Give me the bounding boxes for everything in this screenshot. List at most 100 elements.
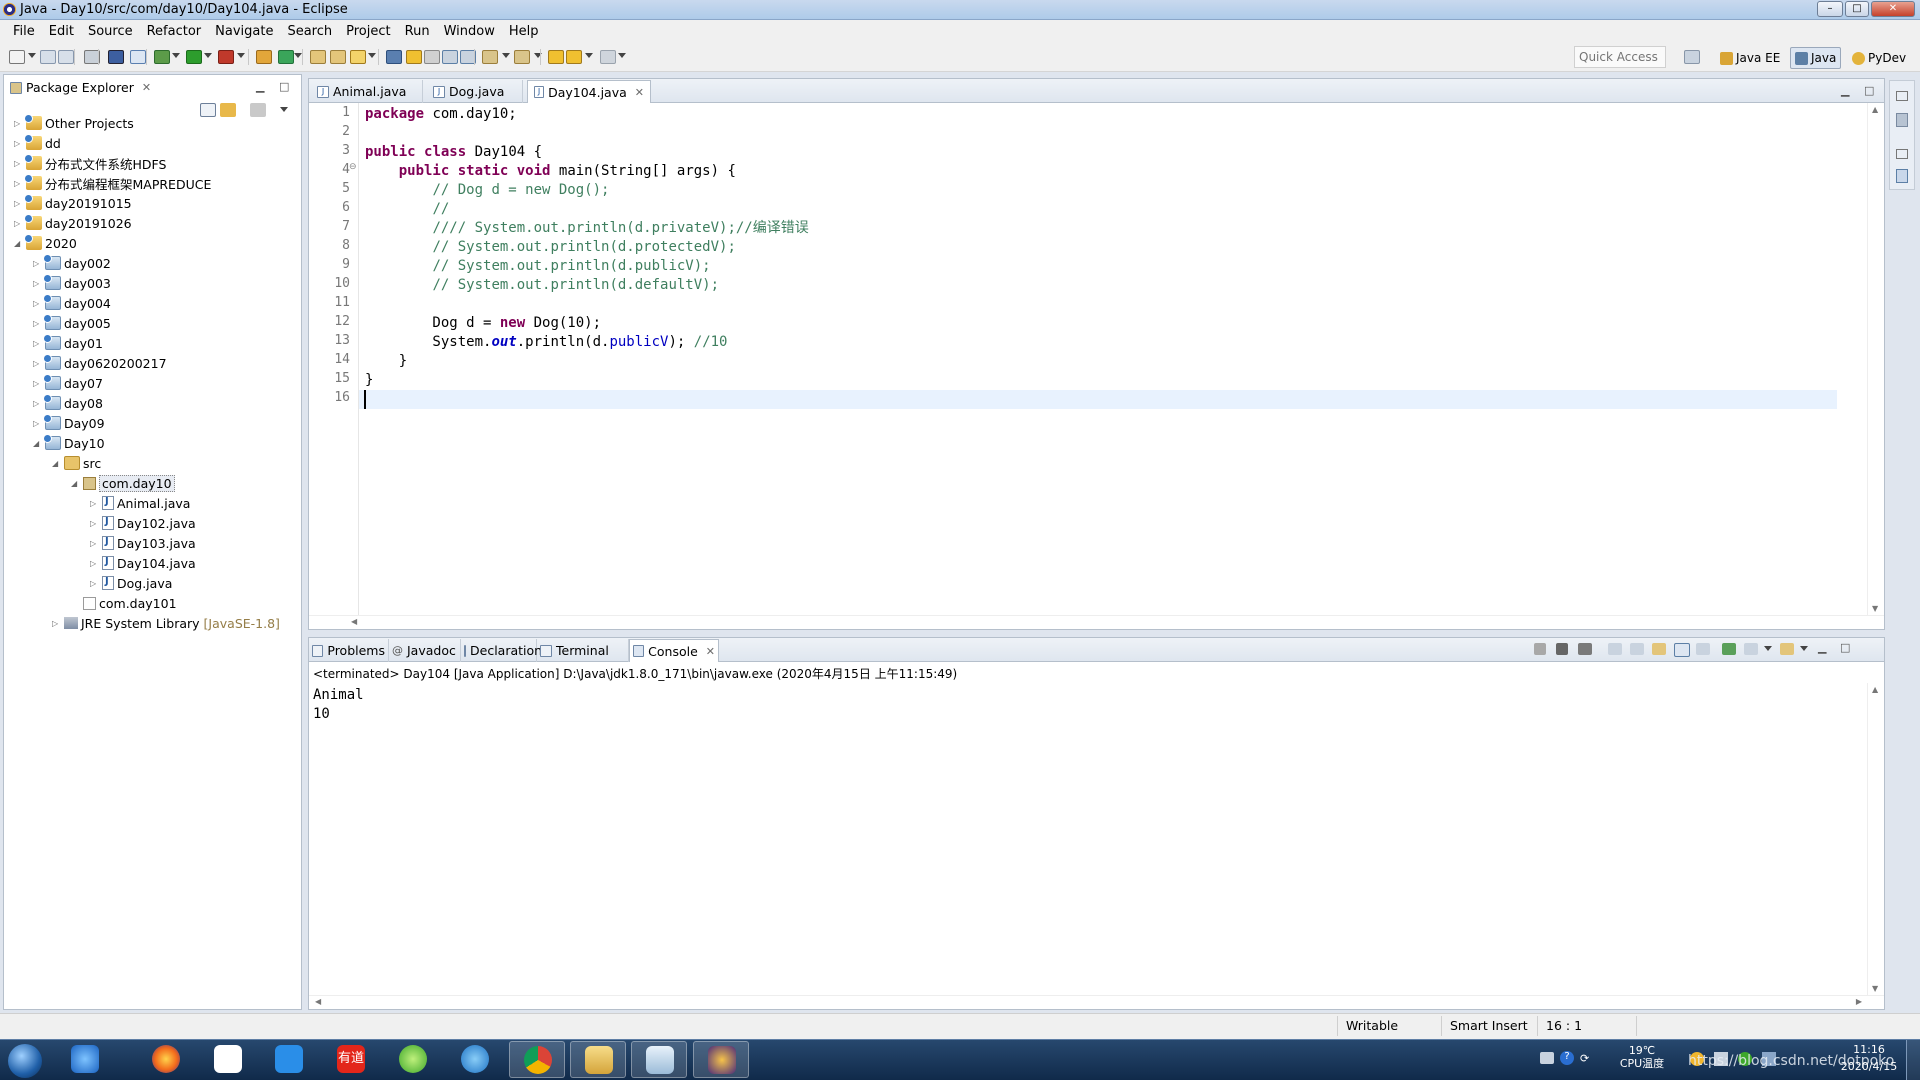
taskbar-360[interactable] (385, 1041, 441, 1078)
sync-icon[interactable]: ⟳ (1580, 1052, 1592, 1065)
maximize-view-icon[interactable]: □ (279, 80, 289, 93)
expanded-arrow-icon[interactable]: ◢ (52, 459, 62, 468)
collapsed-arrow-icon[interactable]: ▷ (33, 299, 43, 308)
tree-item[interactable]: ▷ Other Projects (14, 113, 134, 133)
new-dropdown[interactable] (28, 53, 36, 58)
menu-source[interactable]: Source (81, 24, 140, 39)
back-icon[interactable] (566, 50, 582, 64)
search-icon[interactable] (350, 50, 366, 64)
run-dropdown[interactable] (204, 53, 212, 58)
focus-icon[interactable] (250, 103, 266, 117)
tree-item[interactable]: ▷ dd (14, 133, 61, 153)
skip-breakpoints-icon[interactable] (130, 50, 146, 64)
forward-icon[interactable] (600, 50, 616, 64)
console-scroll-up-icon[interactable]: ▲ (1872, 685, 1878, 694)
open-perspective-icon[interactable] (1684, 50, 1700, 64)
minimize-console-icon[interactable]: ▁ (1818, 641, 1826, 654)
collapsed-arrow-icon[interactable]: ▷ (33, 339, 43, 348)
close-tab-icon[interactable]: ✕ (706, 645, 715, 658)
maximize-console-icon[interactable]: □ (1840, 641, 1850, 654)
back-history-icon[interactable] (548, 50, 564, 64)
collapse-all-icon[interactable] (200, 103, 216, 117)
word-wrap-icon[interactable] (1652, 643, 1666, 655)
collapsed-arrow-icon[interactable]: ▷ (90, 539, 100, 548)
expanded-arrow-icon[interactable]: ◢ (71, 479, 81, 488)
tree-item[interactable]: ▷ day20191015 (14, 193, 132, 213)
display-console-dropdown[interactable] (1764, 646, 1772, 651)
tree-item[interactable]: ▷ day01 (33, 333, 103, 353)
word-wrap-icon[interactable] (442, 50, 458, 64)
help-icon[interactable]: ? (1560, 1051, 1574, 1065)
close-tab-icon[interactable]: ✕ (635, 86, 644, 99)
run-icon[interactable] (186, 50, 202, 64)
debug-dropdown[interactable] (172, 53, 180, 58)
console-horizontal-scrollbar[interactable]: ◀ ▶ (309, 995, 1884, 1009)
menu-window[interactable]: Window (437, 24, 502, 39)
collapsed-arrow-icon[interactable]: ▷ (90, 519, 100, 528)
taskbar-notepad[interactable] (631, 1041, 687, 1078)
save-all-icon[interactable] (58, 50, 74, 64)
new-class-icon[interactable] (278, 50, 294, 64)
collapsed-arrow-icon[interactable]: ▷ (33, 399, 43, 408)
tree-item[interactable]: ▷ Dog.java (90, 573, 172, 593)
tree-item[interactable]: ▷ day004 (33, 293, 111, 313)
tab-javadoc[interactable]: @ Javadoc (389, 639, 461, 662)
menu-refactor[interactable]: Refactor (140, 24, 209, 39)
collapsed-arrow-icon[interactable]: ▷ (14, 179, 24, 188)
perspective-java-ee[interactable]: Java EE (1716, 47, 1784, 69)
console-vertical-scrollbar[interactable]: ▲ ▼ (1867, 683, 1884, 995)
block-selection-icon[interactable] (424, 50, 440, 64)
restore-icon[interactable] (1896, 91, 1908, 101)
new-icon[interactable] (9, 50, 25, 64)
tab-terminal[interactable]: Terminal (537, 639, 629, 662)
menu-run[interactable]: Run (398, 24, 437, 39)
taskbar-explorer[interactable] (570, 1041, 626, 1078)
close-button[interactable]: ✕ (1871, 1, 1915, 17)
tree-item[interactable]: ▷ day08 (33, 393, 103, 413)
network-icon[interactable] (1540, 1052, 1554, 1064)
console-scroll-right-icon[interactable]: ▶ (1856, 997, 1862, 1006)
quick-access-input[interactable] (1574, 46, 1666, 68)
scroll-left-icon[interactable]: ◀ (351, 617, 357, 626)
tree-item[interactable]: ▷ Day104.java (90, 553, 196, 573)
collapsed-arrow-icon[interactable]: ▷ (33, 419, 43, 428)
remove-all-icon[interactable] (1578, 643, 1592, 655)
open-task-icon[interactable] (330, 50, 346, 64)
tab-problems[interactable]: Problems (309, 639, 389, 662)
tree-item[interactable]: ▷ day003 (33, 273, 111, 293)
back-dropdown[interactable] (585, 53, 593, 58)
tree-item[interactable]: com.day101 (71, 593, 177, 613)
collapsed-arrow-icon[interactable]: ▷ (33, 319, 43, 328)
expanded-arrow-icon[interactable]: ◢ (14, 239, 24, 248)
collapsed-arrow-icon[interactable]: ▷ (33, 259, 43, 268)
scroll-lock-icon[interactable] (1630, 643, 1644, 655)
scroll-up-icon[interactable]: ▲ (1872, 105, 1878, 114)
console-scroll-left-icon[interactable]: ◀ (315, 997, 321, 1006)
tree-item[interactable]: ▷ Day102.java (90, 513, 196, 533)
editor-tab-day104[interactable]: J Day104.java ✕ (527, 80, 651, 103)
tree-item[interactable]: ▷ day002 (33, 253, 111, 273)
class-dropdown[interactable] (294, 53, 302, 58)
terminal-icon[interactable] (108, 50, 124, 64)
console-scroll-down-icon[interactable]: ▼ (1872, 984, 1878, 993)
open-console-dropdown[interactable] (1800, 646, 1808, 651)
collapsed-arrow-icon[interactable]: ▷ (90, 559, 100, 568)
taskbar-youdao[interactable]: 有道 (323, 1041, 379, 1078)
collapsed-arrow-icon[interactable]: ▷ (33, 379, 43, 388)
taskbar-ie[interactable] (57, 1041, 113, 1078)
external-tools-icon[interactable] (218, 50, 234, 64)
tree-item[interactable]: ◢ Day10 (33, 433, 105, 453)
perspective-java[interactable]: Java (1790, 47, 1842, 69)
collapsed-arrow-icon[interactable]: ▷ (52, 619, 62, 628)
prev-edit-dropdown[interactable] (502, 53, 510, 58)
maximize-button[interactable]: □ (1845, 1, 1869, 17)
collapsed-arrow-icon[interactable]: ▷ (14, 199, 24, 208)
tree-item[interactable]: ◢ src (52, 453, 101, 473)
menu-file[interactable]: File (6, 24, 42, 39)
clear-console-icon[interactable] (1608, 643, 1622, 655)
editor-tab-animal[interactable]: J Animal.java (311, 80, 423, 103)
taskbar-firefox[interactable] (138, 1041, 194, 1078)
display-console-icon[interactable] (1744, 643, 1758, 655)
tree-item[interactable]: ◢ 2020 (14, 233, 77, 253)
scroll-down-icon[interactable]: ▼ (1872, 604, 1878, 613)
